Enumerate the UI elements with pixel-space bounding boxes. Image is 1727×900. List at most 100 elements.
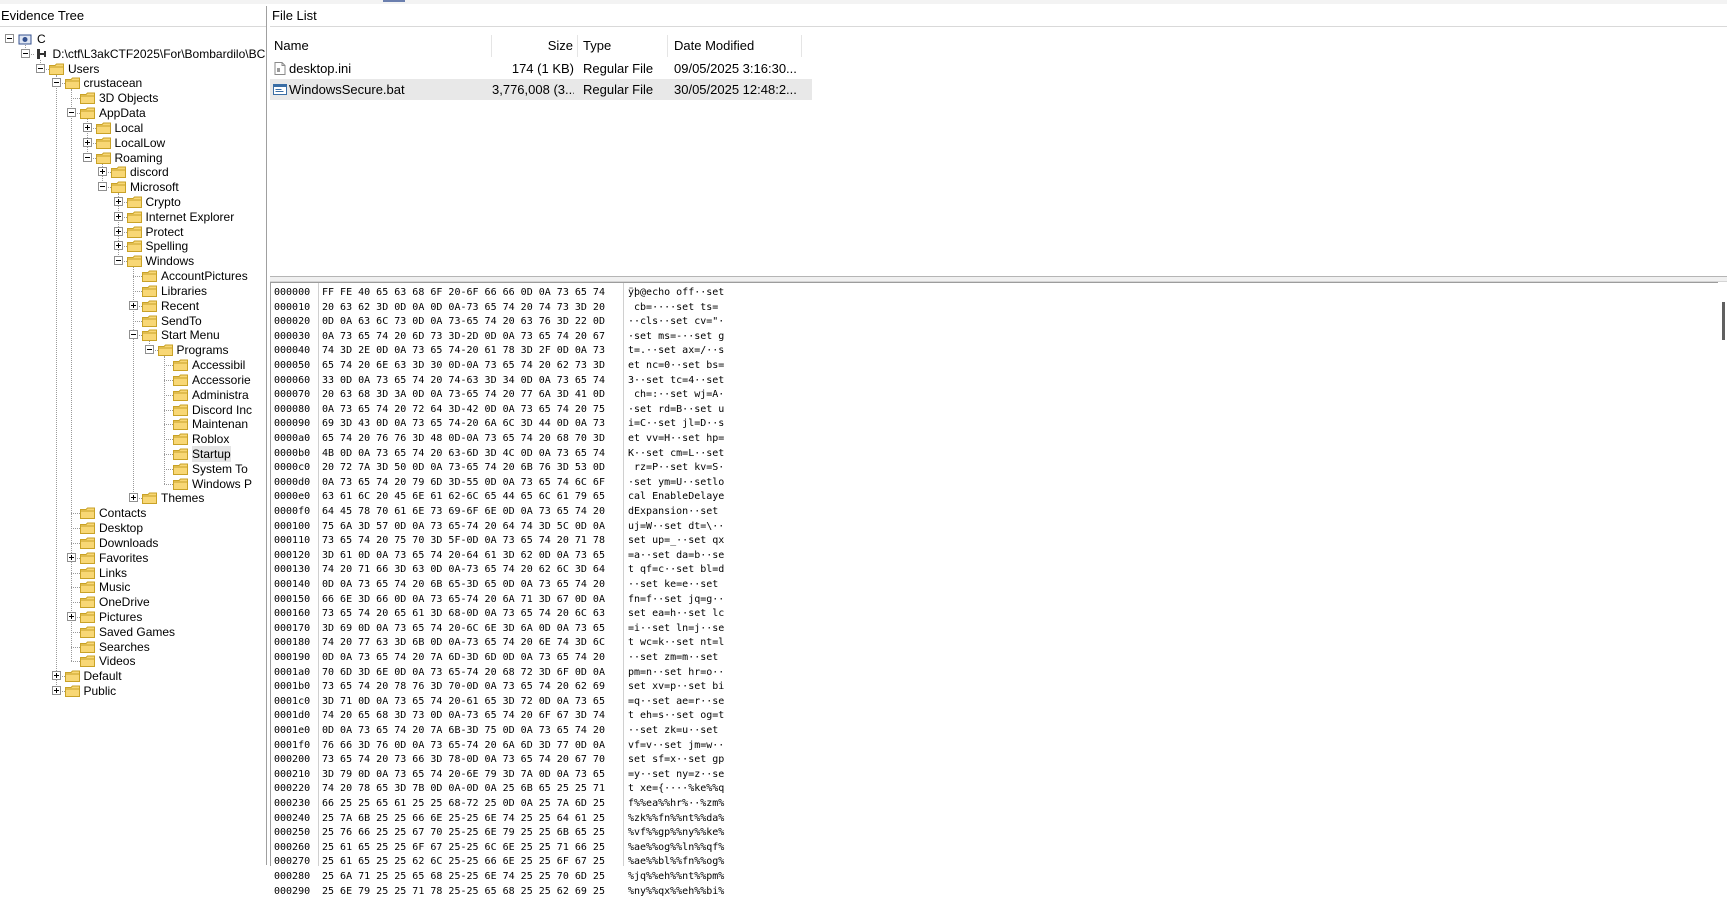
hex-offset: 000280: [274, 871, 311, 882]
tree-node-internet-explorer[interactable]: Internet Explorer: [0, 209, 266, 225]
hex-ascii: %jq%%eh%%nt%%pm%: [628, 871, 725, 882]
file-date-modified: 09/05/2025 3:16:30...: [674, 61, 797, 76]
folder-icon: [142, 315, 157, 327]
collapse-icon[interactable]: [144, 345, 154, 355]
expand-icon[interactable]: [113, 197, 123, 207]
tree-node-discord-inc[interactable]: Discord Inc: [0, 402, 266, 418]
collapse-icon[interactable]: [129, 330, 138, 340]
tree-node-3d-objects[interactable]: 3D Objects: [0, 90, 266, 106]
folder-icon: [173, 463, 188, 475]
expand-icon[interactable]: [82, 122, 92, 132]
tree-node-searches[interactable]: Searches: [0, 639, 266, 655]
tree-node-music[interactable]: Music: [0, 579, 266, 595]
tree-node-pictures[interactable]: Pictures: [0, 609, 266, 625]
expand-icon[interactable]: [82, 137, 92, 147]
tree-node-accessibil[interactable]: Accessibil: [0, 357, 266, 373]
tree-node-onedrive[interactable]: OneDrive: [0, 594, 266, 610]
tree-node-label: Public: [83, 684, 117, 699]
tree-node-sendto[interactable]: SendTo: [0, 313, 266, 329]
folder-icon: [80, 641, 95, 653]
expand-icon[interactable]: [67, 552, 76, 562]
tree-node-favorites[interactable]: Favorites: [0, 550, 266, 566]
collapse-icon[interactable]: [98, 182, 107, 192]
expand-icon[interactable]: [113, 211, 123, 221]
file-name: desktop.ini: [289, 61, 352, 76]
collapse-icon[interactable]: [51, 78, 61, 88]
tree-node-contacts[interactable]: Contacts: [0, 505, 266, 521]
volume-icon: [36, 48, 46, 59]
folder-icon: [126, 211, 142, 223]
file-row-windowssecure-bat[interactable]: WindowsSecure.bat 3,776,008 (3... Regula…: [270, 79, 812, 100]
file-row-desktop-ini[interactable]: desktop.ini 174 (1 KB) Regular File 09/0…: [270, 58, 812, 79]
collapse-icon[interactable]: [5, 34, 14, 43]
collapse-icon[interactable]: [67, 108, 76, 118]
file-size: 3,776,008 (3...: [492, 82, 574, 97]
expand-icon[interactable]: [129, 493, 138, 503]
tree-node-c[interactable]: C: [0, 31, 266, 47]
folder-icon: [80, 567, 95, 579]
tree-node-label: Internet Explorer: [145, 209, 235, 224]
tree-node-microsoft[interactable]: Microsoft: [0, 179, 266, 195]
tree-node-roblox[interactable]: Roblox: [0, 431, 266, 447]
column-header-date-modified[interactable]: Date Modified: [668, 35, 802, 57]
drive-icon: [18, 34, 32, 45]
tree-node-label: System To: [192, 461, 248, 476]
tree-node-saved-games[interactable]: Saved Games: [0, 624, 266, 640]
tree-node-d-ctf-l3akctf2025-for-bombardilo-bc[interactable]: D:\ctf\L3akCTF2025\For\Bombardilo\BC: [0, 46, 266, 62]
pane-splitter[interactable]: [270, 276, 1727, 282]
collapse-icon[interactable]: [20, 48, 30, 58]
tree-node-links[interactable]: Links: [0, 565, 266, 581]
tree-node-desktop[interactable]: Desktop: [0, 520, 266, 536]
tree-node-discord[interactable]: discord: [0, 164, 266, 180]
folder-icon: [95, 137, 111, 149]
tree-node-appdata[interactable]: AppData: [0, 105, 266, 121]
expand-icon[interactable]: [51, 686, 61, 696]
collapse-icon[interactable]: [82, 152, 92, 162]
tree-node-system-to[interactable]: System To: [0, 461, 266, 477]
tree-node-users[interactable]: Users: [0, 61, 266, 77]
tree-node-protect[interactable]: Protect: [0, 224, 266, 240]
tree-node-roaming[interactable]: Roaming: [0, 150, 266, 166]
column-header-type[interactable]: Type: [578, 35, 668, 57]
column-header-size[interactable]: Size: [492, 35, 578, 57]
column-header-name[interactable]: Name: [270, 35, 492, 57]
expand-icon[interactable]: [129, 300, 138, 310]
tree-node-administra[interactable]: Administra: [0, 387, 266, 403]
tree-node-label: Downloads: [99, 535, 159, 550]
tree-node-videos[interactable]: Videos: [0, 653, 266, 669]
tree-node-maintenan[interactable]: Maintenan: [0, 416, 266, 432]
tree-node-recent[interactable]: Recent: [0, 298, 266, 314]
tree-node-themes[interactable]: Themes: [0, 490, 266, 506]
tree-node-public[interactable]: Public: [0, 683, 266, 699]
tree-node-programs[interactable]: Programs: [0, 342, 266, 358]
expand-icon[interactable]: [51, 671, 61, 681]
ini-file-icon: [274, 62, 286, 75]
expand-icon[interactable]: [113, 241, 123, 251]
tree-node-accountpictures[interactable]: AccountPictures: [0, 268, 266, 284]
tree-node-label: LocalLow: [114, 135, 166, 150]
tree-node-startup[interactable]: Startup: [0, 445, 266, 462]
tree-node-accessorie[interactable]: Accessorie: [0, 372, 266, 388]
tree-node-locallow[interactable]: LocalLow: [0, 135, 266, 151]
collapse-icon[interactable]: [113, 256, 123, 266]
tree-node-label: SendTo: [161, 313, 202, 328]
expand-icon[interactable]: [113, 226, 123, 236]
tree-node-label: AppData: [99, 106, 146, 121]
tree-node-crypto[interactable]: Crypto: [0, 194, 266, 210]
tree-node-libraries[interactable]: Libraries: [0, 283, 266, 299]
evidence-tree-pane: Evidence Tree C D:\ctf\L3akCTF2025\For\Bo…: [0, 6, 267, 865]
collapse-icon[interactable]: [36, 63, 45, 73]
tree-node-local[interactable]: Local: [0, 120, 266, 136]
tree-node-downloads[interactable]: Downloads: [0, 535, 266, 551]
tree-node-spelling[interactable]: Spelling: [0, 238, 266, 254]
tree-node-windows[interactable]: Windows: [0, 253, 266, 269]
folder-icon: [64, 685, 80, 698]
expand-icon[interactable]: [67, 611, 76, 621]
tree-node-start-menu[interactable]: Start Menu: [0, 327, 266, 343]
expand-icon[interactable]: [98, 167, 107, 177]
tree-node-label: Programs: [176, 343, 229, 358]
tree-node-crustacean[interactable]: crustacean: [0, 75, 266, 91]
tree-node-default[interactable]: Default: [0, 668, 266, 684]
hex-bytes: 25 6A 71 25 25 65 68 25-25 6E 74 25 25 7…: [322, 871, 605, 882]
tree-node-windows-p[interactable]: Windows P: [0, 476, 266, 492]
